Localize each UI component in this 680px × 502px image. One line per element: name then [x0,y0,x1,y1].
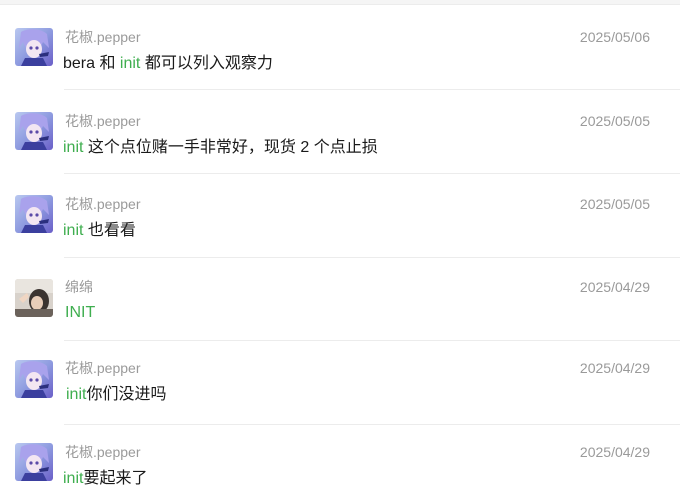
sender-name: 绵绵 [65,279,93,295]
anime-avatar-icon [15,360,53,398]
message-text-segment: 你们没进吗 [86,386,167,403]
anime-avatar-icon [15,28,53,66]
message-item[interactable]: 绵绵 2025/04/29 INIT [0,258,680,341]
photo-avatar-icon [15,279,53,317]
message-date: 2025/05/05 [579,196,650,212]
anime-avatar-icon [15,195,53,233]
message-text-segment: 要起来了 [83,470,148,487]
message-text: init 这个点位赌一手非常好，现货 2 个点止损 [63,137,378,159]
message-text: init 也看看 [63,220,136,242]
sender-name: 花椒.pepper [65,360,141,376]
anime-avatar-icon [15,443,53,481]
keyword-highlight: init [63,222,84,239]
chat-search-results: 花椒.pepper 2025/05/06 bera 和 init 都可以列入观察… [0,0,680,502]
sender-name: 花椒.pepper [65,113,141,129]
user-avatar[interactable] [15,279,53,317]
message-text-segment: 都可以列入观察力 [140,55,273,72]
user-avatar[interactable] [15,195,53,233]
message-text-segment: 这个点位赌一手非常好，现货 2 个点止损 [83,139,378,156]
user-avatar[interactable] [15,360,53,398]
message-text: bera 和 init 都可以列入观察力 [63,53,273,75]
sender-name: 花椒.pepper [65,196,141,212]
keyword-highlight: init [119,55,141,72]
message-item[interactable]: 花椒.pepper 2025/05/05 init 也看看 [0,174,680,258]
message-date: 2025/04/29 [579,444,650,460]
keyword-highlight: init [63,470,84,487]
message-text-segment: bera 和 [63,55,120,72]
message-text: init要起来了 [63,468,147,490]
sender-name: 花椒.pepper [65,444,141,460]
message-item[interactable]: 花椒.pepper 2025/05/06 bera 和 init 都可以列入观察… [0,0,680,90]
message-text: INIT [65,302,95,324]
message-date: 2025/05/05 [579,113,650,129]
user-avatar[interactable] [15,28,53,66]
message-date: 2025/05/06 [579,29,650,45]
message-text: init你们没进吗 [66,384,166,406]
user-avatar[interactable] [15,112,53,150]
keyword-highlight: init [63,139,84,156]
message-item[interactable]: 花椒.pepper 2025/05/05 init 这个点位赌一手非常好，现货 … [0,90,680,174]
message-text-segment: 也看看 [83,222,136,239]
sender-name: 花椒.pepper [65,29,141,45]
message-item[interactable]: 花椒.pepper 2025/04/29 init你们没进吗 [0,341,680,425]
anime-avatar-icon [15,112,53,150]
keyword-highlight: init [66,386,87,403]
keyword-highlight: INIT [65,304,96,321]
message-date: 2025/04/29 [579,279,650,295]
message-item[interactable]: 花椒.pepper 2025/04/29 init要起来了 [0,425,680,502]
message-date: 2025/04/29 [579,360,650,376]
user-avatar[interactable] [15,443,53,481]
